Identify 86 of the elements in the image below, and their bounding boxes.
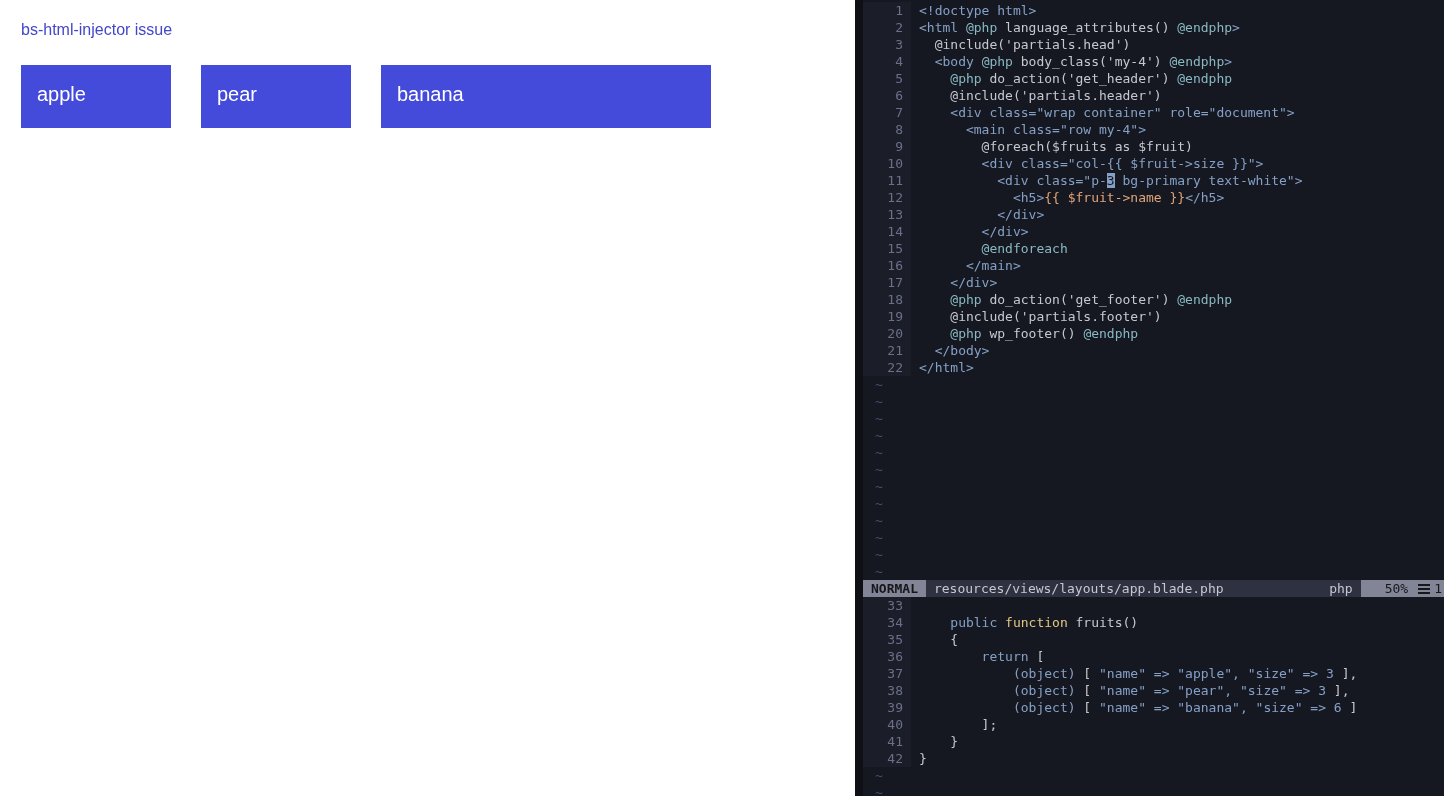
- code-line: <main class="row my-4">: [964, 121, 1146, 138]
- code-line: @include('partials.head'): [933, 36, 1131, 53]
- page-title: bs-html-injector issue: [21, 20, 173, 39]
- empty-line-marker: ~: [874, 784, 883, 796]
- code-line: @php do_action('get_footer') @endphp: [949, 291, 1233, 308]
- code-line: </div>: [949, 274, 998, 291]
- line-number: 2: [863, 19, 911, 36]
- code-line: </body>: [933, 342, 990, 359]
- empty-line-marker: ~: [874, 529, 883, 546]
- fruit-name: apple: [37, 81, 86, 106]
- empty-line-marker: ~: [874, 461, 883, 478]
- code-line: <div class="p-3 bg-primary text-white">: [996, 172, 1303, 189]
- line-number: 38: [863, 682, 911, 699]
- empty-line-marker: ~: [874, 495, 883, 512]
- line-number: 7: [863, 104, 911, 121]
- line-number: 8: [863, 121, 911, 138]
- line-number: 5: [863, 70, 911, 87]
- file-type: php: [1329, 580, 1354, 597]
- line-number: 39: [863, 699, 911, 716]
- line-number: 33: [863, 597, 911, 614]
- empty-line-marker: ~: [874, 376, 883, 393]
- code-line: @foreach($fruits as $fruit): [980, 138, 1193, 155]
- code-line: ];: [980, 716, 998, 733]
- line-number: 34: [863, 614, 911, 631]
- empty-line-marker: ~: [874, 563, 883, 580]
- fruit-name: banana: [397, 81, 464, 106]
- line-number: 22: [863, 359, 911, 376]
- code-line: public function fruits(): [949, 614, 1139, 631]
- line-number: 16: [863, 257, 911, 274]
- line-number: 42: [863, 750, 911, 767]
- line-number: 40: [863, 716, 911, 733]
- code-line: <!doctype html>: [919, 2, 1037, 19]
- file-path: resources/views/layouts/app.blade.php: [932, 580, 1225, 597]
- empty-line-marker: ~: [874, 478, 883, 495]
- column-number: 1: [1434, 580, 1444, 597]
- code-line: <html @php language_attributes() @endphp>: [919, 19, 1240, 36]
- line-number: 36: [863, 648, 911, 665]
- line-number: 37: [863, 665, 911, 682]
- empty-line-marker: ~: [874, 393, 883, 410]
- line-number: 12: [863, 189, 911, 206]
- code-line: <body @php body_class('my-4') @endphp>: [933, 53, 1233, 70]
- line-number: 19: [863, 308, 911, 325]
- line-number: 9: [863, 138, 911, 155]
- line-number: 15: [863, 240, 911, 257]
- code-line: @include('partials.footer'): [949, 308, 1162, 325]
- line-number: 11: [863, 172, 911, 189]
- line-number: 17: [863, 274, 911, 291]
- code-line: return [: [980, 648, 1045, 665]
- code-line: @endforeach: [980, 240, 1068, 257]
- code-line: <div class="wrap container" role="document">: [949, 104, 1295, 121]
- line-number: 14: [863, 223, 911, 240]
- code-line: <div class="col-{{ $fruit->size }}">: [980, 155, 1264, 172]
- mode-indicator: NORMAL: [863, 580, 926, 597]
- line-number: 35: [863, 631, 911, 648]
- empty-line-marker: ~: [874, 767, 883, 784]
- fruit-name: pear: [217, 81, 258, 106]
- code-line: @php wp_footer() @endphp: [949, 325, 1139, 342]
- code-line: {: [949, 631, 959, 648]
- empty-line-marker: ~: [874, 410, 883, 427]
- line-number: 10: [863, 155, 911, 172]
- scroll-percent: 50%: [1360, 580, 1415, 597]
- code-line: @include('partials.header'): [949, 87, 1162, 104]
- line-number: 1: [863, 2, 911, 19]
- line-number: 20: [863, 325, 911, 342]
- code-line: }: [949, 733, 959, 750]
- line-number: 41: [863, 733, 911, 750]
- empty-line-marker: ~: [874, 427, 883, 444]
- empty-line-marker: ~: [874, 512, 883, 529]
- code-line: </div>: [996, 206, 1045, 223]
- line-number: 3: [863, 36, 911, 53]
- code-line: (object) [ "name" => "banana", "size" => 6 ]: [1011, 699, 1358, 716]
- line-number: 6: [863, 87, 911, 104]
- code-line: </div>: [980, 223, 1029, 240]
- line-number: 4: [863, 53, 911, 70]
- code-line: </html>: [919, 359, 974, 376]
- code-line: <h5>{{ $fruit->name }}</h5>: [1011, 189, 1225, 206]
- code-line: </main>: [964, 257, 1021, 274]
- line-number: 13: [863, 206, 911, 223]
- empty-line-marker: ~: [874, 546, 883, 563]
- code-line: @php do_action('get_header') @endphp: [949, 70, 1233, 87]
- line-number: 21: [863, 342, 911, 359]
- line-number: 18: [863, 291, 911, 308]
- code-line: (object) [ "name" => "apple", "size" => 3 ],: [1011, 665, 1358, 682]
- empty-line-marker: ~: [874, 444, 883, 461]
- code-line: }: [919, 750, 927, 767]
- code-line: (object) [ "name" => "pear", "size" => 3 ],: [1011, 682, 1350, 699]
